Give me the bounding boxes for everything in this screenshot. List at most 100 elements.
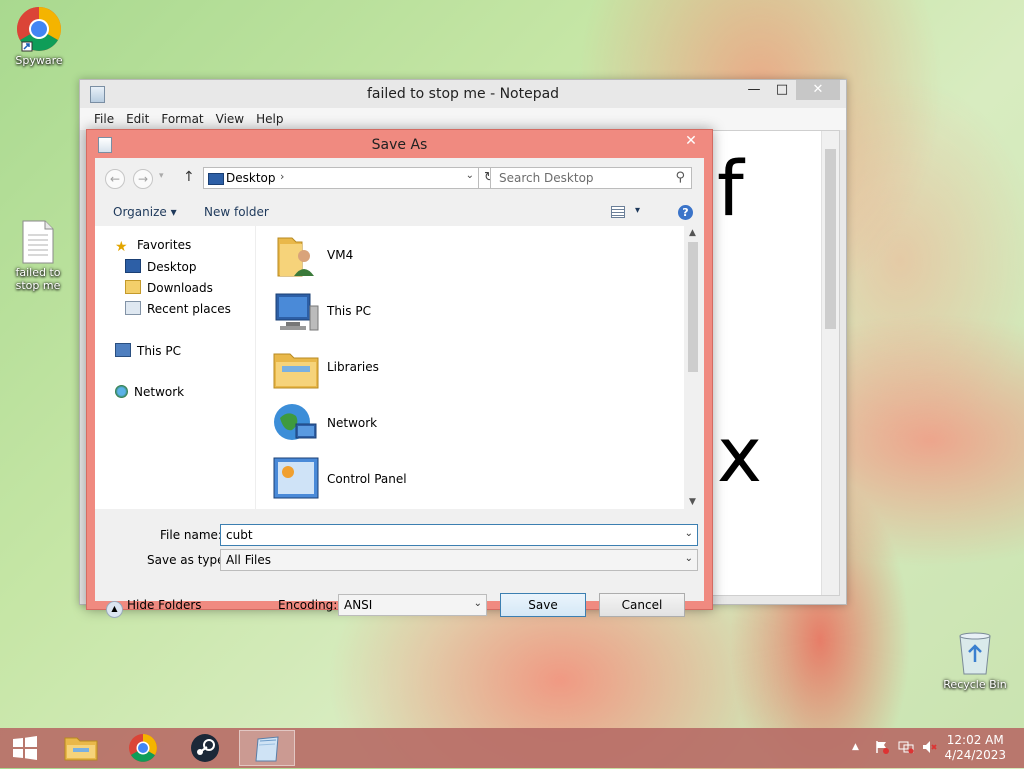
clock[interactable]: 12:02 AM 4/24/2023: [944, 733, 1006, 763]
network-icon: [115, 385, 128, 398]
navigation-pane: ★ Favorites Desktop Downloads Recent plac…: [95, 226, 255, 509]
file-list-scrollbar[interactable]: ▲ ▼: [684, 226, 701, 509]
desktop-icon: [125, 259, 141, 273]
menu-edit[interactable]: Edit: [120, 112, 155, 126]
file-name-input[interactable]: cubt ⌄: [220, 524, 698, 546]
menu-help[interactable]: Help: [250, 112, 289, 126]
clock-date: 4/24/2023: [944, 748, 1006, 762]
scroll-down-arrow[interactable]: ▼: [684, 497, 701, 507]
new-folder-button[interactable]: New folder: [204, 205, 269, 219]
chevron-down-icon[interactable]: ⌄: [685, 553, 693, 564]
address-location[interactable]: Desktop: [226, 171, 276, 185]
notepad-text-line: x: [717, 410, 762, 499]
notepad-titlebar[interactable]: failed to stop me - Notepad — □ ✕: [80, 80, 846, 108]
network-tray-icon[interactable]: [898, 740, 914, 754]
file-list[interactable]: VM4 This PC Libraries Network Control Pa…: [255, 226, 701, 509]
file-label: Control Panel: [327, 472, 407, 486]
desktop-icon-recycle-bin[interactable]: Recycle Bin: [939, 630, 1011, 691]
chevron-up-icon: ▲: [106, 601, 123, 618]
clock-time: 12:02 AM: [946, 733, 1004, 747]
nav-label: Desktop: [147, 260, 197, 274]
search-input[interactable]: Search Desktop ⚲: [490, 167, 692, 189]
nav-network[interactable]: Network: [115, 385, 184, 399]
scrollbar-thumb[interactable]: [688, 242, 698, 372]
scrollbar-thumb[interactable]: [825, 149, 836, 329]
view-dropdown-button[interactable]: ▾: [635, 205, 640, 216]
notepad-scrollbar[interactable]: [821, 131, 839, 595]
chevron-down-icon[interactable]: ⌄: [466, 170, 474, 181]
chrome-icon: [129, 734, 157, 762]
nav-label: This PC: [137, 344, 181, 358]
computer-icon: [115, 343, 131, 357]
desktop-icon-label: Recycle Bin: [943, 678, 1007, 691]
nav-label: Network: [134, 385, 185, 399]
forward-button[interactable]: →: [133, 169, 153, 189]
organize-button[interactable]: Organize ▾: [113, 205, 177, 219]
libraries-icon: [272, 344, 320, 392]
save-as-dialog[interactable]: Save As ✕ ← → ▾ ↑ Desktop › ⌄ ↻ Search D…: [86, 129, 713, 618]
save-as-type-value: All Files: [226, 553, 272, 567]
close-button[interactable]: ✕: [796, 80, 840, 100]
file-name-value: cubt: [226, 528, 253, 542]
recent-places-icon: [125, 301, 141, 315]
menu-format[interactable]: Format: [155, 112, 209, 126]
hide-folders-button[interactable]: ▲ Hide Folders: [106, 598, 202, 618]
save-as-type-label: Save as type:: [147, 553, 229, 567]
computer-icon: [272, 288, 320, 336]
file-label: Network: [327, 416, 378, 430]
nav-desktop[interactable]: Desktop: [125, 259, 197, 274]
minimize-button[interactable]: —: [742, 80, 766, 100]
action-center-flag-icon[interactable]: [875, 740, 889, 754]
tray-expand-button[interactable]: ▲: [852, 742, 859, 752]
encoding-label: Encoding:: [278, 598, 338, 612]
chevron-right-icon[interactable]: ›: [280, 170, 284, 183]
address-row: ← → ▾ ↑ Desktop › ⌄ ↻ Search Desktop ⚲: [95, 158, 704, 198]
notepad-title: failed to stop me - Notepad: [366, 86, 560, 102]
notepad-text-line: f: [717, 144, 744, 233]
notepad-menubar: File Edit Format View Help: [80, 108, 846, 130]
star-icon: ★: [115, 239, 128, 255]
recycle-bin-icon: [955, 630, 995, 676]
chevron-down-icon[interactable]: ⌄: [474, 598, 482, 609]
start-button[interactable]: [6, 730, 44, 766]
recent-locations-button[interactable]: ▾: [159, 171, 164, 181]
address-bar[interactable]: Desktop › ⌄: [203, 167, 479, 189]
menu-file[interactable]: File: [88, 112, 120, 126]
notepad-icon: [255, 736, 279, 762]
nav-favorites[interactable]: ★ Favorites: [115, 238, 191, 255]
taskbar: ▲ 12:02 AM 4/24/2023: [0, 728, 1024, 768]
scroll-up-arrow[interactable]: ▲: [684, 228, 701, 238]
volume-muted-icon[interactable]: [922, 740, 938, 754]
save-button[interactable]: Save: [500, 593, 586, 617]
save-as-body: ← → ▾ ↑ Desktop › ⌄ ↻ Search Desktop ⚲ O…: [95, 158, 704, 618]
encoding-select[interactable]: ANSI ⌄: [338, 594, 487, 616]
taskbar-chrome[interactable]: [115, 730, 171, 766]
nav-label: Recent places: [147, 302, 231, 316]
desktop-icon-failed-to-stop-me[interactable]: failed to stop me: [2, 220, 74, 292]
up-button[interactable]: ↑: [183, 169, 195, 185]
search-icon[interactable]: ⚲: [675, 170, 685, 185]
save-as-type-select[interactable]: All Files ⌄: [220, 549, 698, 571]
control-panel-icon: [272, 456, 320, 504]
taskbar-notepad[interactable]: [239, 730, 295, 766]
desktop-icon-spyware[interactable]: Spyware: [3, 6, 75, 67]
back-button[interactable]: ←: [105, 169, 125, 189]
save-as-title: Save As: [371, 137, 428, 153]
nav-downloads[interactable]: Downloads: [125, 280, 213, 295]
windows-logo-icon: [13, 736, 37, 760]
view-options-icon[interactable]: [611, 206, 625, 218]
chevron-down-icon[interactable]: ⌄: [685, 528, 693, 539]
command-bar: Organize ▾ New folder ▾ ?: [95, 198, 704, 226]
maximize-button[interactable]: □: [770, 80, 794, 100]
encoding-value: ANSI: [344, 598, 373, 612]
nav-this-pc[interactable]: This PC: [115, 343, 181, 358]
help-icon[interactable]: ?: [678, 205, 693, 220]
menu-view[interactable]: View: [210, 112, 250, 126]
cancel-button[interactable]: Cancel: [599, 593, 685, 617]
close-button[interactable]: ✕: [678, 131, 704, 151]
taskbar-file-explorer[interactable]: [53, 730, 109, 766]
taskbar-steam[interactable]: [177, 730, 233, 766]
nav-recent-places[interactable]: Recent places: [125, 301, 231, 316]
save-as-titlebar[interactable]: Save As ✕: [87, 130, 712, 158]
chrome-icon: [16, 6, 62, 52]
